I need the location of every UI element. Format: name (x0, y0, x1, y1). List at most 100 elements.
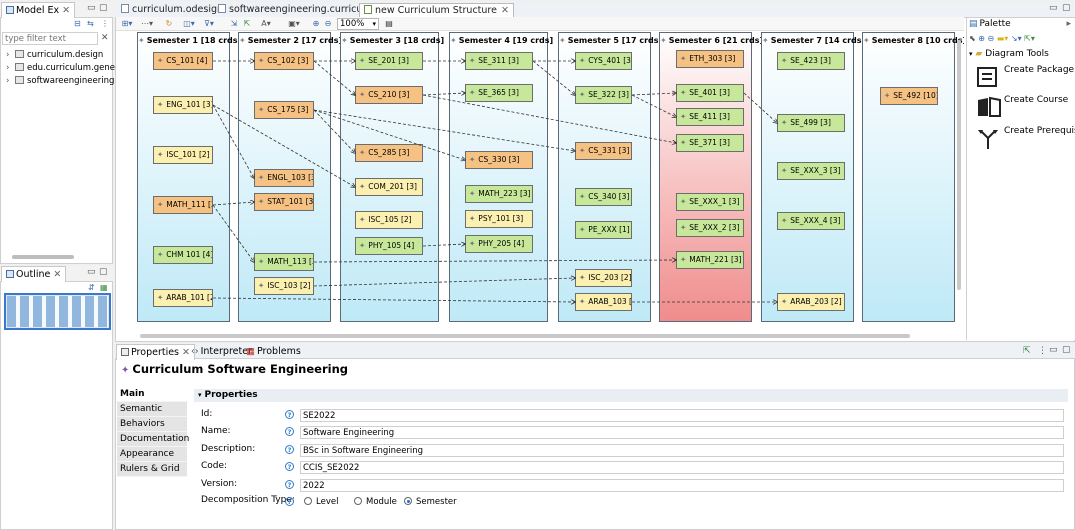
diagram-vertical-scrollbar[interactable] (957, 40, 961, 290)
course-node[interactable]: ✦ SE_XXX_2 [3] (676, 219, 744, 237)
tab-model-explorer[interactable]: Model Ex ✕ (1, 2, 76, 18)
course-node[interactable]: ✦ CS_210 [3] (355, 86, 423, 104)
course-node[interactable]: ✦ CS_331 [3] (575, 142, 632, 160)
close-icon[interactable]: ✕ (62, 5, 70, 16)
course-node[interactable]: ✦ SE_XXX_1 [3] (676, 193, 744, 211)
palette-tool-create-package[interactable]: Create Package (976, 65, 1074, 91)
tree-item-softwareengineering[interactable]: › softwareengineering.cu (6, 76, 127, 88)
pin-icon[interactable]: ⇱ (242, 19, 252, 29)
course-node[interactable]: ✦ ENG_101 [3] (153, 96, 213, 114)
diagram-horizontal-scrollbar[interactable] (140, 334, 910, 338)
expand-arrow-icon[interactable]: › (6, 50, 15, 60)
horizontal-scrollbar[interactable] (12, 255, 74, 259)
property-tab-rulers-grid[interactable]: Rulers & Grid (117, 462, 187, 477)
save-image-icon[interactable]: ▣▾ (286, 19, 302, 29)
course-node[interactable]: ✦ CYS_401 [3] (575, 52, 632, 70)
clear-filter-icon[interactable]: ✕ (101, 33, 109, 43)
filter-icon[interactable]: ⊽▾ (201, 19, 217, 29)
property-tab-appearance[interactable]: Appearance (117, 447, 187, 462)
font-color-icon[interactable]: A▾ (258, 19, 274, 29)
course-node[interactable]: ✦ SE_XXX_3 [3] (777, 162, 845, 180)
course-node[interactable]: ✦ARAB_103 [2] (575, 293, 632, 311)
semester-container[interactable]: ✦ Semester 6 [21 crds] (659, 32, 763, 322)
diagram-canvas[interactable]: ✦ Semester 1 [18 crds] ✦ CS_101 [4] ✦ ENG_101… (116, 31, 964, 334)
course-node[interactable]: ✦ ISC_101 [2] (153, 146, 213, 164)
palette-tool-create-course[interactable]: Create Course (976, 95, 1072, 121)
tree-item-edu-curriculum[interactable]: › edu.curriculum.generat (6, 63, 127, 75)
course-node[interactable]: ✦MATH_111 [3] (153, 196, 213, 214)
property-input[interactable]: CCIS_SE2022 (300, 461, 1064, 474)
course-node[interactable]: ✦ ISC_203 [2] (575, 269, 632, 287)
course-node[interactable]: ✦ ARAB_203 [2] (777, 293, 845, 311)
select-tool-icon[interactable]: ⬉ (969, 34, 976, 43)
course-node[interactable]: ✦ MATH_223 [3] (465, 185, 533, 203)
course-node[interactable]: ✦ CS_102 [3] (254, 52, 314, 70)
help-icon[interactable]: ? (285, 480, 294, 489)
palette-tool-create-prerequisite[interactable]: Create Prerequisite (976, 126, 1075, 152)
zoom-select[interactable]: 100% ▾ (337, 18, 379, 30)
note-tool-icon[interactable]: ▬▾ (997, 34, 1009, 43)
radio-level[interactable]: Level (304, 497, 338, 507)
tree-item-curriculum-design[interactable]: › curriculum.design (6, 50, 103, 62)
course-node[interactable]: ✦ SE_365 [3] (465, 84, 533, 102)
maximize-icon[interactable]: ▢ (1062, 3, 1071, 13)
help-icon[interactable]: ? (285, 410, 294, 419)
collapse-all-icon[interactable]: ⊟ (74, 19, 81, 28)
maximize-icon[interactable]: ▢ (99, 3, 108, 13)
palette-collapse-icon[interactable]: ▸ (1066, 19, 1071, 29)
course-node[interactable]: ✦ ETH_303 [3] (676, 50, 744, 68)
help-icon[interactable]: ? (285, 427, 294, 436)
connection-tool-icon[interactable]: ↘▾ (1011, 34, 1022, 43)
tab-outline[interactable]: Outline ✕ (1, 266, 67, 282)
property-tab-behaviors[interactable]: Behaviors (117, 417, 187, 432)
course-node[interactable]: ✦ STAT_101 [3] (254, 193, 314, 211)
semester-container[interactable]: ✦ Semester 4 [19 crds] (449, 32, 553, 322)
layer-icon[interactable]: ◫▾ (181, 19, 197, 29)
export-icon[interactable]: ⇲ (229, 19, 239, 29)
minimize-icon[interactable]: ▭ (87, 267, 96, 277)
pin-view-icon[interactable]: ⇱ (1023, 346, 1031, 356)
close-icon[interactable]: ✕ (53, 269, 61, 280)
minimize-icon[interactable]: ▭ (1049, 345, 1058, 355)
tab-new-curriculum-structure[interactable]: new Curriculum Structure ✕ (359, 3, 514, 17)
zoom-in-tool-icon[interactable]: ⊕ (978, 34, 985, 43)
course-node[interactable]: ✦ SE_322 [3] (575, 86, 632, 104)
refresh-icon[interactable]: ↻ (164, 19, 174, 29)
property-input[interactable]: 2022 (300, 479, 1064, 492)
help-icon[interactable]: ? (285, 462, 294, 471)
close-icon[interactable]: ✕ (501, 5, 509, 16)
maximize-icon[interactable]: ▢ (1062, 345, 1071, 355)
expand-arrow-icon[interactable]: › (6, 63, 15, 73)
course-node[interactable]: ✦ SE_201 [3] (355, 52, 423, 70)
course-node[interactable]: ✦MATH_113 [3] (254, 253, 314, 271)
arrange-all-icon[interactable]: ⋯▾ (140, 19, 154, 29)
course-node[interactable]: ✦ COM_201 [3] (355, 178, 423, 196)
properties-view-icon[interactable]: ▤ (384, 19, 394, 29)
expand-arrow-icon[interactable]: › (6, 76, 15, 86)
tab-problems[interactable]: ▦ Problems (242, 344, 305, 360)
course-node[interactable]: ✦ ARAB_101 [2] (153, 289, 213, 307)
tab-curriculum-odesign[interactable]: curriculum.odesign (117, 3, 227, 17)
shape-tool-icon[interactable]: ⇱▾ (1024, 34, 1035, 43)
course-node[interactable]: ✦ MATH_221 [3] (676, 251, 744, 269)
zoom-out-icon[interactable]: ⊖ (323, 19, 333, 29)
outline-tree-icon[interactable]: ⇵ (88, 283, 95, 292)
view-menu-icon[interactable]: ⋮ (101, 19, 109, 28)
course-node[interactable]: ✦ CS_330 [3] (465, 151, 533, 169)
course-node[interactable]: ✦ SE_401 [3] (676, 84, 744, 102)
course-node[interactable]: ✦ CS_175 [3] (254, 101, 314, 119)
course-node[interactable]: ✦ ISC_105 [2] (355, 211, 423, 229)
course-node[interactable]: ✦ CHM 101 [4] (153, 246, 213, 264)
radio-semester[interactable]: Semester (404, 497, 457, 507)
course-node[interactable]: ✦ PHY_105 [4] (355, 237, 423, 255)
property-input[interactable]: BSc in Software Engineering (300, 444, 1064, 457)
course-node[interactable]: ✦ SE_423 [3] (777, 52, 845, 70)
link-editor-icon[interactable]: ⇆ (87, 19, 94, 28)
tab-properties[interactable]: Properties ✕ (116, 344, 195, 360)
course-node[interactable]: ✦ SE_311 [3] (465, 52, 533, 70)
course-node[interactable]: ✦ CS_285 [3] (355, 144, 423, 162)
palette-group-diagram-tools[interactable]: ▾ ▰ Diagram Tools (969, 49, 1069, 61)
semester-container[interactable]: ✦ Semester 3 [18 crds] (340, 32, 444, 322)
course-node[interactable]: ✦ SE_492 [10] (880, 87, 938, 105)
outline-overview-icon[interactable]: ▦ (100, 283, 108, 292)
